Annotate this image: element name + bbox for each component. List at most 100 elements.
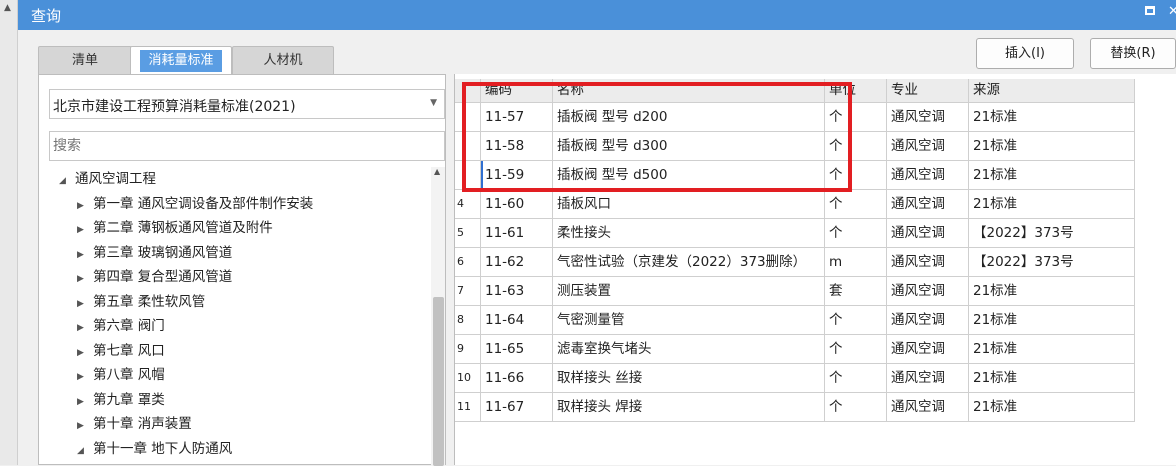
scroll-up-icon[interactable]: ▲ (4, 3, 11, 13)
cell-unit: 个 (825, 393, 887, 422)
cell-major: 通风空调 (887, 364, 969, 393)
cell-major: 通风空调 (887, 190, 969, 219)
cell-major: 通风空调 (887, 335, 969, 364)
window-title: 查询 (31, 7, 62, 25)
cell-code: 11-60 (481, 190, 553, 219)
cell-unit: 个 (825, 190, 887, 219)
tree-node[interactable]: ▶ 第二章 薄钢板通风管道及附件 (77, 216, 273, 240)
cell-num: 8 (455, 306, 481, 335)
left-edge-strip: ▲ (0, 0, 18, 465)
close-icon[interactable]: ✕ (1168, 4, 1176, 19)
caret-down-icon[interactable]: ◢ (59, 169, 75, 193)
tree-node[interactable]: ▶ 第十章 消声装置 (77, 412, 192, 436)
column-header[interactable]: 来源 (969, 79, 1135, 103)
tree-scrollbar[interactable]: ▲ (431, 167, 445, 466)
tree-node[interactable]: ▶ 第七章 风口 (77, 339, 165, 363)
cell-unit: 个 (825, 306, 887, 335)
caret-down-icon[interactable]: ◢ (77, 439, 93, 463)
tree-node[interactable]: ▶ 第一章 通风空调设备及部件制作安装 (77, 192, 313, 216)
results-panel: 编码 名称 单位 专业 来源 11-57 插板阀 型号 d200 个通风空调 21标准 11-58… (454, 74, 1176, 465)
cell-source: 21标准 (969, 306, 1135, 335)
cell-major: 通风空调 (887, 248, 969, 277)
cell-name: 气密测量管 (553, 306, 825, 335)
tree-node[interactable]: ▶ 第四章 复合型通风管道 (77, 265, 232, 289)
caret-right-icon[interactable]: ▶ (77, 341, 93, 365)
caret-right-icon[interactable]: ▶ (77, 316, 93, 340)
tree-node[interactable]: ▶ 第六章 阀门 (77, 314, 165, 338)
chapter-tree: ◢ 通风空调工程 ▶ 第一章 通风空调设备及部件制作安装 ▶ 第二章 薄钢板通风管道及附件… (49, 167, 429, 466)
tree-node-label: 第五章 柔性软风管 (93, 293, 206, 310)
search-input[interactable] (49, 131, 445, 161)
column-header[interactable]: 编码 (481, 79, 553, 103)
tree-node-label: 第四章 复合型通风管道 (93, 269, 233, 285)
tab-consumption-standard[interactable]: 消耗量标准 (130, 46, 232, 74)
standard-select[interactable]: 北京市建设工程预算消耗量标准(2021) ▼ (49, 89, 445, 119)
caret-right-icon[interactable]: ▶ (77, 292, 93, 316)
tree-node[interactable]: ◢ 通风空调工程 (59, 167, 156, 191)
cell-code: 11-57 (481, 103, 553, 132)
insert-button[interactable]: 插入(I) (976, 38, 1074, 69)
caret-right-icon[interactable]: ▶ (77, 390, 93, 414)
row-number-header[interactable] (455, 79, 481, 103)
cell-name: 取样接头 焊接 (553, 393, 825, 422)
cell-code: 11-63 (481, 277, 553, 306)
cell-num: 7 (455, 277, 481, 306)
cell-source: 21标准 (969, 103, 1135, 132)
cell-unit: 个 (825, 103, 887, 132)
cell-unit: 个 (825, 335, 887, 364)
cell-source: 21标准 (969, 364, 1135, 393)
tree-node[interactable]: ▶ 第九章 罩类 (77, 388, 165, 412)
cell-num (455, 161, 481, 190)
maximize-icon[interactable] (1145, 6, 1155, 15)
cell-unit: 个 (825, 132, 887, 161)
caret-right-icon[interactable]: ▶ (77, 414, 93, 438)
tree-node-label: 第十一章 地下人防通风 (93, 440, 233, 457)
cell-name: 插板风口 (553, 190, 825, 219)
cell-name: 取样接头 丝接 (553, 364, 825, 393)
caret-right-icon[interactable]: ▶ (77, 218, 93, 242)
cell-source: 21标准 (969, 393, 1135, 422)
cell-source: 【2022】373号 (969, 248, 1135, 277)
cell-source: 【2022】373号 (969, 219, 1135, 248)
tree-node-label: 第十章 消声装置 (93, 416, 192, 432)
tree-node-label: 第九章 罩类 (93, 391, 165, 408)
cell-num: 4 (455, 190, 481, 219)
tree-node[interactable]: ▶ 第五章 柔性软风管 (77, 290, 205, 314)
caret-right-icon[interactable]: ▶ (77, 365, 93, 389)
cell-major: 通风空调 (887, 103, 969, 132)
scrollbar-thumb[interactable] (433, 297, 444, 466)
cell-code: 11-58 (481, 132, 553, 161)
tree-node-label: 第六章 阀门 (93, 318, 165, 334)
caret-right-icon[interactable]: ▶ (77, 267, 93, 291)
cell-major: 通风空调 (887, 306, 969, 335)
tab-label: 人材机 (263, 53, 303, 68)
cell-code: 11-59 (481, 161, 553, 190)
column-header[interactable]: 单位 (825, 79, 887, 103)
cell-name: 插板阀 型号 d500 (553, 161, 825, 190)
tree-node-label: 第二章 薄钢板通风管道及附件 (93, 220, 273, 236)
scroll-up-icon[interactable]: ▲ (434, 167, 440, 176)
column-header[interactable]: 专业 (887, 79, 969, 103)
caret-right-icon[interactable]: ▶ (77, 194, 93, 218)
chevron-down-icon[interactable]: ▼ (430, 98, 437, 108)
cell-source: 21标准 (969, 335, 1135, 364)
tree-node-label: 通风空调工程 (75, 171, 156, 187)
column-header[interactable]: 名称 (553, 79, 825, 103)
caret-right-icon[interactable]: ▶ (77, 243, 93, 267)
tab-bill[interactable]: 清单 (38, 46, 132, 74)
tree-node[interactable]: ◢ 第十一章 地下人防通风 (77, 437, 232, 461)
cell-num: 11 (455, 393, 481, 422)
tree-node[interactable]: ▶ 第八章 风帽 (77, 363, 165, 387)
cell-unit: 个 (825, 364, 887, 393)
replace-button[interactable]: 替换(R) (1090, 38, 1176, 69)
tree-node-label: 第三章 玻璃钢通风管道 (93, 244, 233, 261)
cell-code: 11-61 (481, 219, 553, 248)
cell-major: 通风空调 (887, 219, 969, 248)
tree-node-label: 第一章 通风空调设备及部件制作安装 (93, 195, 314, 212)
cell-unit: 个 (825, 219, 887, 248)
tab-labor-material-machine[interactable]: 人材机 (232, 46, 334, 74)
cell-num (455, 103, 481, 132)
cell-name: 测压装置 (553, 277, 825, 306)
cell-code: 11-65 (481, 335, 553, 364)
tree-node[interactable]: ▶ 第三章 玻璃钢通风管道 (77, 241, 232, 265)
